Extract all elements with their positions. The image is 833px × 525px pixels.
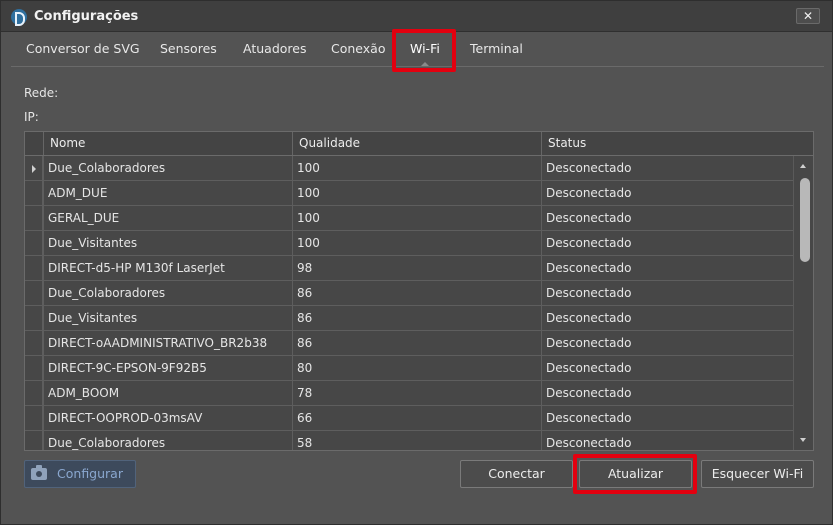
row-indicator xyxy=(25,356,43,381)
configure-button[interactable]: Configurar xyxy=(24,460,136,488)
tab-terminal[interactable]: Terminal xyxy=(470,33,523,66)
cell-name: DIRECT-oAADMINISTRATIVO_BR2b38 xyxy=(43,331,292,355)
camera-icon xyxy=(31,465,47,480)
column-header-name[interactable]: Nome xyxy=(43,132,292,155)
cell-quality: 100 xyxy=(292,156,541,180)
tab-connection[interactable]: Conexão xyxy=(331,33,385,66)
table-row[interactable]: DIRECT-9C-EPSON-9F92B5 80 Desconectado xyxy=(25,356,795,381)
cell-quality: 100 xyxy=(292,231,541,255)
table-row[interactable]: ADM_DUE 100 Desconectado xyxy=(25,181,795,206)
cell-quality: 66 xyxy=(292,406,541,430)
configure-button-label: Configurar xyxy=(57,466,123,481)
cell-name: ADM_BOOM xyxy=(43,381,292,405)
tab-wifi-label: Wi-Fi xyxy=(410,41,440,56)
row-indicator xyxy=(25,231,43,256)
cell-status: Desconectado xyxy=(541,331,795,355)
forget-wifi-button[interactable]: Esquecer Wi-Fi xyxy=(701,460,814,488)
cell-status: Desconectado xyxy=(541,156,795,180)
cell-quality: 100 xyxy=(292,181,541,205)
tab-actuators[interactable]: Atuadores xyxy=(243,33,306,66)
ip-label: IP: xyxy=(24,110,39,124)
table-row[interactable]: Due_Visitantes 100 Desconectado xyxy=(25,231,795,256)
cell-quality: 78 xyxy=(292,381,541,405)
row-indicator xyxy=(25,281,43,306)
cell-name: DIRECT-d5-HP M130f LaserJet xyxy=(43,256,292,280)
row-indicator xyxy=(25,331,43,356)
cell-status: Desconectado xyxy=(541,381,795,405)
current-row-indicator-icon xyxy=(25,156,43,181)
cell-quality: 86 xyxy=(292,281,541,305)
window-title: Configurações xyxy=(34,9,139,24)
table-row[interactable]: DIRECT-OOPROD-03msAV 66 Desconectado xyxy=(25,406,795,431)
cell-status: Desconectado xyxy=(541,181,795,205)
row-indicator xyxy=(25,206,43,231)
cell-name: Due_Visitantes xyxy=(43,231,292,255)
cell-status: Desconectado xyxy=(541,231,795,255)
tab-bar: Conversor de SVG Sensores Atuadores Cone… xyxy=(11,33,824,67)
cell-name: Due_Colaboradores xyxy=(43,281,292,305)
table-row[interactable]: Due_Colaboradores 86 Desconectado xyxy=(25,281,795,306)
tab-wifi[interactable]: Wi-Fi xyxy=(410,33,440,66)
cell-quality: 58 xyxy=(292,431,541,450)
cell-quality: 80 xyxy=(292,356,541,380)
cell-quality: 86 xyxy=(292,331,541,355)
row-indicator xyxy=(25,406,43,431)
app-logo-icon xyxy=(11,9,27,26)
refresh-button[interactable]: Atualizar xyxy=(579,460,692,488)
cell-status: Desconectado xyxy=(541,281,795,305)
column-header-quality[interactable]: Qualidade xyxy=(292,132,541,155)
cell-quality: 98 xyxy=(292,256,541,280)
wifi-networks-table[interactable]: Nome Qualidade Status Due_Colaboradores 1… xyxy=(24,131,814,451)
title-bar: Configurações ✕ xyxy=(1,1,832,32)
network-label: Rede: xyxy=(24,86,59,100)
table-row[interactable]: GERAL_DUE 100 Desconectado xyxy=(25,206,795,231)
connect-button[interactable]: Conectar xyxy=(460,460,573,488)
table-header: Nome Qualidade Status xyxy=(25,132,813,156)
row-indicator xyxy=(25,256,43,281)
cell-status: Desconectado xyxy=(541,406,795,430)
cell-quality: 100 xyxy=(292,206,541,230)
cell-status: Desconectado xyxy=(541,431,795,450)
column-header-status[interactable]: Status xyxy=(541,132,793,155)
cell-status: Desconectado xyxy=(541,256,795,280)
cell-quality: 86 xyxy=(292,306,541,330)
scrollbar-thumb[interactable] xyxy=(800,178,810,262)
vertical-scrollbar[interactable] xyxy=(793,156,813,450)
cell-status: Desconectado xyxy=(541,206,795,230)
cell-name: Due_Colaboradores xyxy=(43,431,292,450)
cell-name: DIRECT-OOPROD-03msAV xyxy=(43,406,292,430)
cell-status: Desconectado xyxy=(541,356,795,380)
row-indicator xyxy=(25,306,43,331)
cell-name: Due_Visitantes xyxy=(43,306,292,330)
row-indicator xyxy=(25,381,43,406)
cell-name: GERAL_DUE xyxy=(43,206,292,230)
table-row[interactable]: DIRECT-oAADMINISTRATIVO_BR2b38 86 Desconec… xyxy=(25,331,795,356)
settings-dialog: Configurações ✕ Conversor de SVG Sensore… xyxy=(0,0,833,525)
row-indicator xyxy=(25,181,43,206)
row-indicator-header xyxy=(25,132,43,155)
table-row[interactable]: ADM_BOOM 78 Desconectado xyxy=(25,381,795,406)
tab-svg-converter[interactable]: Conversor de SVG xyxy=(26,33,140,66)
tab-sensors[interactable]: Sensores xyxy=(160,33,217,66)
table-row[interactable]: DIRECT-d5-HP M130f LaserJet 98 Desconectad… xyxy=(25,256,795,281)
cell-status: Desconectado xyxy=(541,306,795,330)
table-row[interactable]: Due_Visitantes 86 Desconectado xyxy=(25,306,795,331)
table-row[interactable]: Due_Colaboradores 100 Desconectado xyxy=(25,156,795,181)
cell-name: Due_Colaboradores xyxy=(43,156,292,180)
scroll-up-arrow-icon[interactable] xyxy=(800,164,806,168)
table-row[interactable]: Due_Colaboradores 58 Desconectado xyxy=(25,431,795,450)
row-indicator xyxy=(25,431,43,450)
close-button[interactable]: ✕ xyxy=(796,8,820,24)
cell-name: DIRECT-9C-EPSON-9F92B5 xyxy=(43,356,292,380)
active-tab-indicator xyxy=(420,62,429,66)
cell-name: ADM_DUE xyxy=(43,181,292,205)
scroll-down-arrow-icon[interactable] xyxy=(800,438,806,442)
